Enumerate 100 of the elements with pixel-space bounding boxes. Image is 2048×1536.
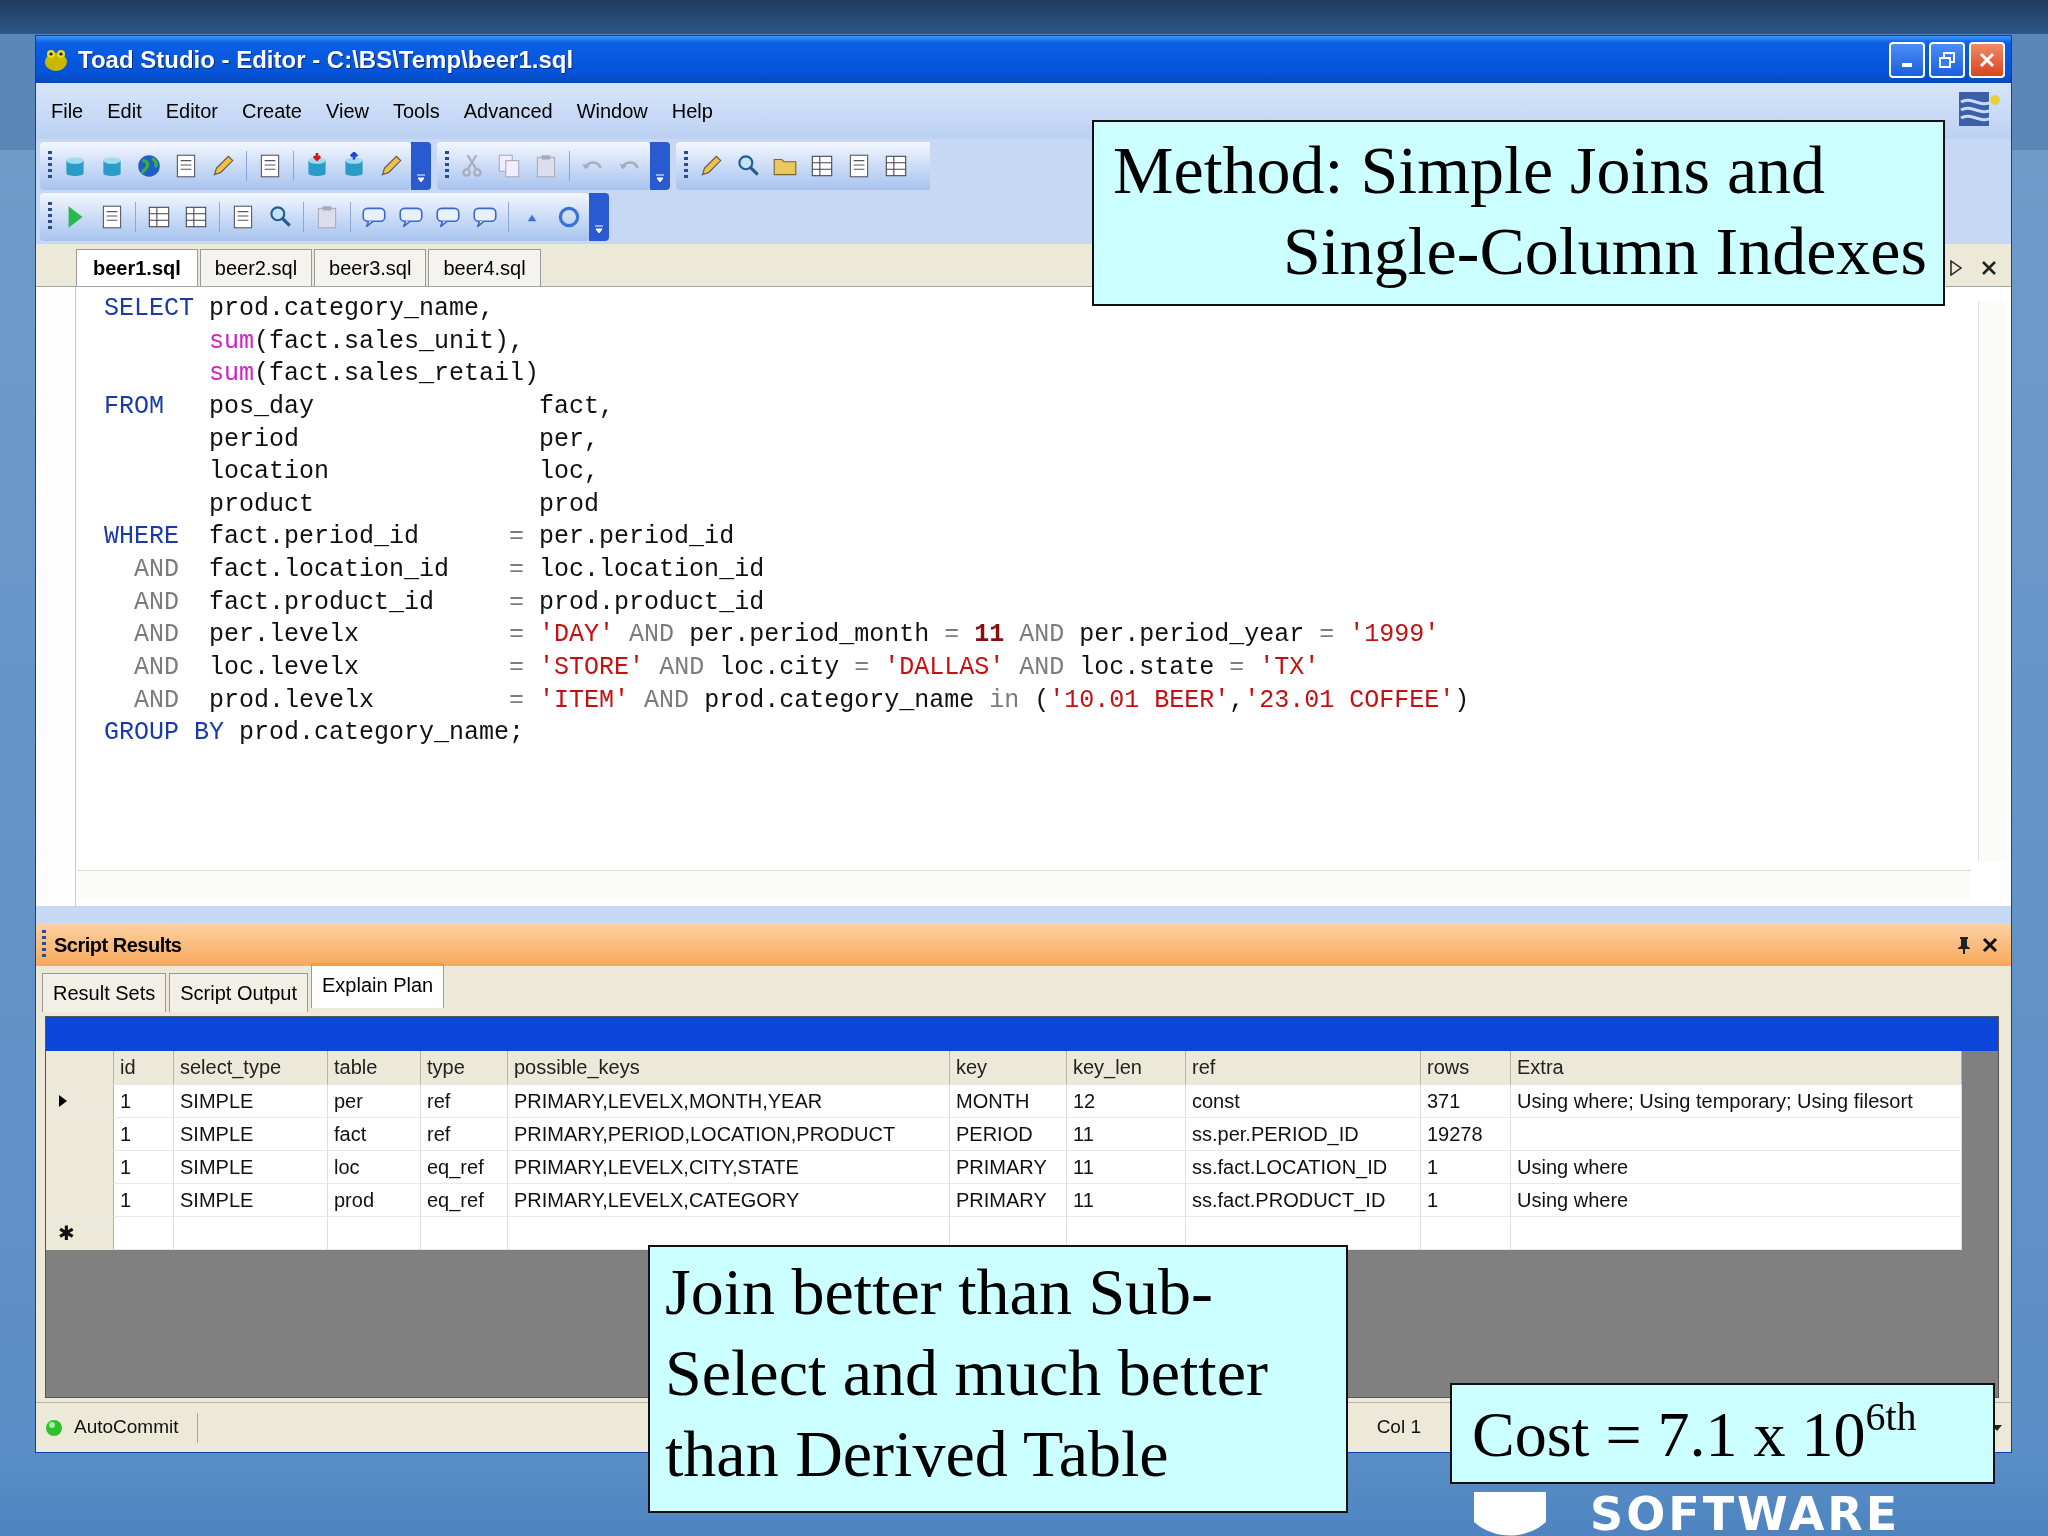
table-cell: PRIMARY,LEVELX,CITY,STATE (508, 1151, 950, 1184)
editor-tab[interactable]: beer1.sql (76, 249, 198, 286)
restore-icon (1938, 50, 1956, 69)
toolbar-overflow-button[interactable] (589, 193, 609, 241)
table-cell: ref (421, 1118, 508, 1151)
cursor-position: Col 1 (1376, 1415, 1421, 1440)
callout-line: Single-Column Indexes (1281, 212, 1927, 291)
close-icon[interactable] (1981, 935, 1999, 954)
table-cell: 1 (114, 1184, 174, 1217)
menu-item[interactable]: Advanced (454, 94, 562, 128)
code-line: WHERE fact.period_id = per.period_id (104, 521, 736, 554)
table-cell: const (1186, 1085, 1421, 1118)
caret-icon (655, 174, 665, 184)
column-header[interactable]: possible_keys (508, 1051, 950, 1085)
column-header[interactable]: Extra (1511, 1051, 1962, 1085)
menu-item[interactable]: Tools (384, 94, 449, 128)
code-line: AND per.levelx = 'DAY' AND per.period_month = 11 AND per.period_year = '1999' (133, 619, 1441, 652)
pin-icon[interactable] (1955, 934, 1973, 955)
table-cell: MONTH (950, 1085, 1067, 1118)
menu-item[interactable]: Window (567, 94, 657, 128)
table-cell: PRIMARY,PERIOD,LOCATION,PRODUCT (508, 1118, 950, 1151)
menu-item[interactable]: File (42, 94, 93, 128)
editor-tab[interactable]: beer4.sql (428, 249, 541, 286)
column-header[interactable]: select_type (174, 1051, 328, 1085)
table-cell: 1 (1421, 1151, 1511, 1184)
table-cell: PRIMARY (950, 1151, 1067, 1184)
code-line: FROM pos_day fact, (104, 390, 616, 423)
result-tab[interactable]: Script Output (169, 973, 308, 1012)
code-line: sum(fact.sales_retail) (208, 358, 541, 391)
scroll-right-icon[interactable] (1949, 260, 1963, 276)
table-cell: ref (421, 1085, 508, 1118)
table-cell: 1 (1421, 1184, 1511, 1217)
minimize-icon (1902, 62, 1912, 67)
menu-item[interactable]: Editor (156, 94, 227, 128)
column-header[interactable]: key (950, 1051, 1067, 1085)
table-cell: ss.fact.LOCATION_ID (1186, 1151, 1421, 1184)
table-cell: 371 (1421, 1085, 1511, 1118)
table-cell: eq_ref (421, 1151, 508, 1184)
table-cell: 11 (1067, 1151, 1186, 1184)
table-cell: eq_ref (421, 1184, 508, 1217)
table-cell: SIMPLE (174, 1085, 328, 1118)
caret-icon (416, 174, 426, 184)
code-line: AND prod.levelx = 'ITEM' AND prod.category_name in ('10.01 BEER','23.01 COFFEE') (133, 684, 1471, 717)
cost-callout: Cost = 7.1 x 10$^{6th}$ (1450, 1383, 1995, 1484)
column-header[interactable]: type (421, 1051, 508, 1085)
editor-tab[interactable]: beer3.sql (314, 249, 427, 286)
table-cell: loc (328, 1151, 421, 1184)
result-tab[interactable]: Result Sets (42, 973, 167, 1012)
table-cell: 19278 (1421, 1118, 1511, 1151)
code-line: GROUP BY prod.category_name; (104, 717, 526, 750)
menu-item[interactable]: Create (232, 94, 311, 128)
logo-text: SOFTWARE (1590, 1490, 1901, 1536)
column-header[interactable]: key_len (1067, 1051, 1186, 1085)
table-cell: PRIMARY,LEVELX,CATEGORY (508, 1184, 950, 1217)
table-cell: 1 (114, 1118, 174, 1151)
code-line: product prod (208, 488, 601, 521)
table-cell: PRIMARY (950, 1184, 1067, 1217)
toolbar-overflow-button[interactable] (650, 142, 670, 190)
code-line: sum(fact.sales_unit), (208, 325, 526, 358)
close-icon[interactable] (1981, 260, 1997, 276)
table-cell: prod (328, 1184, 421, 1217)
code-line: AND loc.levelx = 'STORE' AND loc.city = 'DALLAS' AND loc.state = 'TX' (133, 652, 1321, 685)
table-cell: SIMPLE (174, 1118, 328, 1151)
minimize-button[interactable] (1889, 41, 1925, 78)
note-callout: Join better than Sub-Select and much better than Derived Table (648, 1245, 1348, 1513)
table-cell: Using where (1511, 1184, 1962, 1217)
autocommit-label: AutoCommit (74, 1415, 179, 1440)
current-row-icon (58, 1094, 68, 1108)
menu-item[interactable]: Edit (98, 94, 151, 128)
table-cell: fact (328, 1118, 421, 1151)
column-header[interactable]: rows (1421, 1051, 1511, 1085)
status-dot-icon (44, 1417, 64, 1438)
close-button[interactable] (1969, 41, 2005, 78)
column-header[interactable]: table (328, 1051, 421, 1085)
grid-corner (46, 1051, 114, 1085)
window-title: Toad Studio - Editor - C:\BS\Temp\beer1.sql (78, 44, 574, 75)
menu-item[interactable]: Help (662, 94, 722, 128)
globe-icon[interactable] (135, 152, 163, 180)
restore-button[interactable] (1929, 41, 1965, 78)
table-cell: Using where; Using temporary; Using filesort (1511, 1085, 1962, 1118)
column-header[interactable]: ref (1186, 1051, 1421, 1085)
table-cell: ss.fact.PRODUCT_ID (1186, 1184, 1421, 1217)
row-selector[interactable] (46, 1085, 114, 1118)
table-cell: 1 (114, 1085, 174, 1118)
table-cell: PERIOD (950, 1118, 1067, 1151)
toolbar-overflow-button[interactable] (411, 142, 431, 190)
horizontal-scrollbar[interactable] (77, 870, 1971, 900)
menu-item[interactable]: View (317, 94, 378, 128)
table-cell: 1 (114, 1151, 174, 1184)
code-line: AND fact.product_id = prod.product_id (133, 586, 766, 619)
editor-tab[interactable]: beer2.sql (199, 249, 313, 286)
code-line: location loc, (208, 456, 601, 489)
code-line: AND fact.location_id = loc.location_id (133, 554, 766, 587)
column-header[interactable]: id (114, 1051, 174, 1085)
table-cell: Using where (1511, 1151, 1962, 1184)
vertical-scrollbar[interactable] (1978, 301, 2006, 862)
result-tab[interactable]: Explain Plan (311, 963, 445, 1008)
table-cell: 11 (1067, 1118, 1186, 1151)
code-line: SELECT prod.category_name, (104, 293, 496, 325)
new-row-marker[interactable]: ✱ (46, 1217, 114, 1250)
